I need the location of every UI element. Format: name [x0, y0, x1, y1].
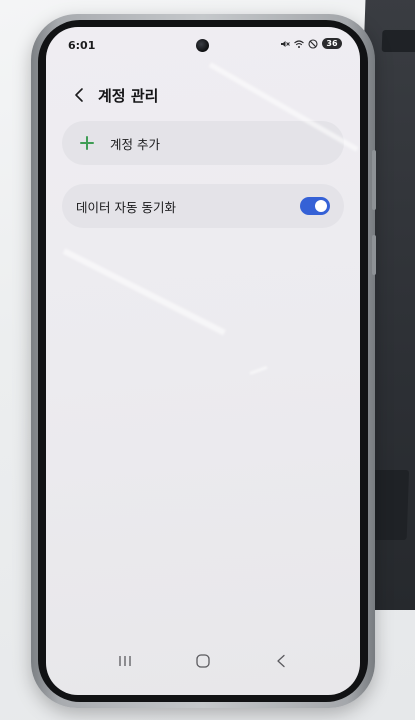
phone-screen: 6:01 36 계정 관리 계정 추가 데이터 자동 동기화 [46, 27, 360, 695]
battery-icon: 36 [322, 38, 342, 49]
navigation-bar [46, 649, 360, 673]
status-time: 6:01 [68, 39, 96, 52]
back-nav-button[interactable] [269, 649, 293, 673]
auto-sync-row[interactable]: 데이터 자동 동기화 [62, 184, 344, 228]
mute-icon [281, 40, 290, 47]
recents-icon [119, 656, 131, 666]
auto-sync-toggle[interactable] [300, 197, 330, 215]
add-account-label: 계정 추가 [110, 136, 160, 152]
home-icon [196, 654, 210, 668]
back-nav-icon [277, 654, 285, 668]
header: 계정 관리 [68, 82, 158, 108]
wifi-icon [294, 39, 304, 48]
status-icons: 36 [280, 38, 342, 49]
plus-icon [80, 136, 94, 150]
auto-sync-label: 데이터 자동 동기화 [76, 199, 176, 215]
add-account-button[interactable]: 계정 추가 [62, 121, 344, 165]
page-title: 계정 관리 [98, 86, 159, 105]
recents-button[interactable] [113, 649, 137, 673]
toggle-knob [315, 200, 327, 212]
back-button[interactable] [68, 84, 90, 106]
status-bar: 6:01 36 [46, 37, 360, 55]
do-not-disturb-icon [308, 38, 318, 49]
home-button[interactable] [191, 649, 215, 673]
volume-button [372, 150, 376, 210]
back-chevron-icon [75, 88, 83, 102]
power-button [372, 235, 376, 275]
